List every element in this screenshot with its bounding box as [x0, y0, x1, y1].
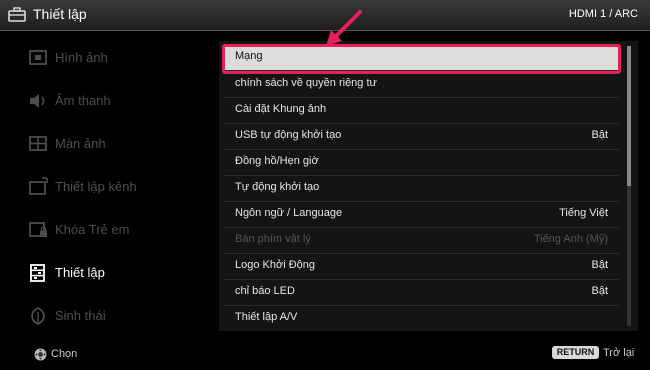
menu-item-label: chỉ báo LED — [235, 285, 295, 297]
menu-item-value: Bật — [591, 259, 608, 271]
menu-item-clock-timers[interactable]: Đồng hồ/Hẹn giờ — [224, 149, 619, 176]
menu-item-privacy-policy[interactable]: chính sách về quyền riêng tư — [224, 71, 619, 98]
parental-lock-icon — [29, 222, 47, 237]
menu-item-label: Tự động khởi tạo — [235, 181, 320, 193]
menu-item-auto-start[interactable]: Tự động khởi tạo — [224, 175, 619, 202]
sidebar-item-settings[interactable]: Thiết lập — [0, 253, 215, 293]
sidebar-item-eco[interactable]: Sinh thái — [0, 296, 215, 336]
sidebar: Hình ảnh Âm thanh Màn ảnh Thiết lập kênh… — [0, 32, 215, 337]
sidebar-item-label: Khóa Trẻ em — [55, 222, 130, 237]
menu-item-value: Bật — [591, 285, 608, 297]
menu-item-value: Tiếng Anh (Mỹ) — [533, 233, 608, 245]
select-hint-label: Chọn — [51, 348, 78, 360]
eco-leaf-icon — [31, 306, 45, 326]
return-key-button[interactable]: RETURN — [552, 346, 599, 359]
sidebar-item-label: Màn ảnh — [55, 136, 106, 151]
menu-item-startup-logo[interactable]: Logo Khởi Động Bật — [224, 253, 619, 280]
sidebar-item-label: Hình ảnh — [55, 50, 108, 65]
channel-setup-icon — [29, 177, 48, 195]
menu-item-label: Thiết lập A/V — [235, 311, 298, 323]
sidebar-item-label: Âm thanh — [55, 93, 111, 108]
menu-item-usb-auto-start[interactable]: USB tự động khởi tạo Bật — [224, 123, 619, 150]
toolbox-icon — [8, 7, 26, 22]
bottom-bar: Chọn RETURN Trở lại — [0, 340, 650, 370]
input-source-label: HDMI 1 / ARC — [568, 8, 638, 20]
menu-item-label: Cài đặt Khung ảnh — [235, 103, 327, 115]
sidebar-item-label: Sinh thái — [55, 308, 106, 323]
menu-item-label: Đồng hồ/Hẹn giờ — [235, 155, 319, 167]
sidebar-item-label: Thiết lập — [55, 265, 105, 280]
menu-item-network[interactable]: Mạng — [224, 44, 619, 71]
sidebar-item-label: Thiết lập kênh — [55, 179, 137, 194]
menu-item-led-indicator[interactable]: chỉ báo LED Bật — [224, 279, 619, 306]
sidebar-item-sound[interactable]: Âm thanh — [0, 81, 215, 121]
menu-item-value: Tiếng Việt — [559, 207, 608, 219]
menu-scrollbar-thumb[interactable] — [627, 46, 631, 186]
menu-item-label: Ngôn ngữ / Language — [235, 207, 343, 219]
speaker-icon — [30, 94, 45, 108]
menu-item-av-setup[interactable]: Thiết lập A/V — [224, 305, 619, 331]
screen-icon — [29, 136, 47, 151]
menu-scrollbar[interactable] — [627, 46, 631, 326]
sidebar-item-picture[interactable]: Hình ảnh — [0, 38, 215, 78]
menu-item-label: USB tự động khởi tạo — [235, 129, 342, 141]
settings-icon — [30, 264, 45, 282]
menu-item-value: Bật — [591, 129, 608, 141]
menu-item-label: Logo Khởi Động — [235, 259, 315, 271]
menu-item-label: Bàn phím vật lý — [235, 233, 311, 245]
menu-item-label: Mạng — [235, 50, 263, 62]
menu-item-photo-frame[interactable]: Cài đặt Khung ảnh — [224, 97, 619, 124]
menu-item-label: chính sách về quyền riêng tư — [235, 77, 377, 89]
sidebar-item-channel-setup[interactable]: Thiết lập kênh — [0, 167, 215, 207]
sidebar-item-screen[interactable]: Màn ảnh — [0, 124, 215, 164]
page-title: Thiết lập — [33, 6, 87, 22]
annotation-arrow-icon — [326, 10, 362, 46]
menu-item-language[interactable]: Ngôn ngữ / Language Tiếng Việt — [224, 201, 619, 228]
menu-item-physical-keyboard: Bàn phím vật lý Tiếng Anh (Mỹ) — [224, 227, 619, 254]
select-button-icon — [34, 348, 47, 361]
picture-icon — [29, 50, 47, 65]
sidebar-item-parental-lock[interactable]: Khóa Trẻ em — [0, 210, 215, 250]
settings-menu-panel: Mạng chính sách về quyền riêng tư Cài đặ… — [219, 41, 638, 331]
return-hint-label: Trở lại — [603, 347, 635, 359]
